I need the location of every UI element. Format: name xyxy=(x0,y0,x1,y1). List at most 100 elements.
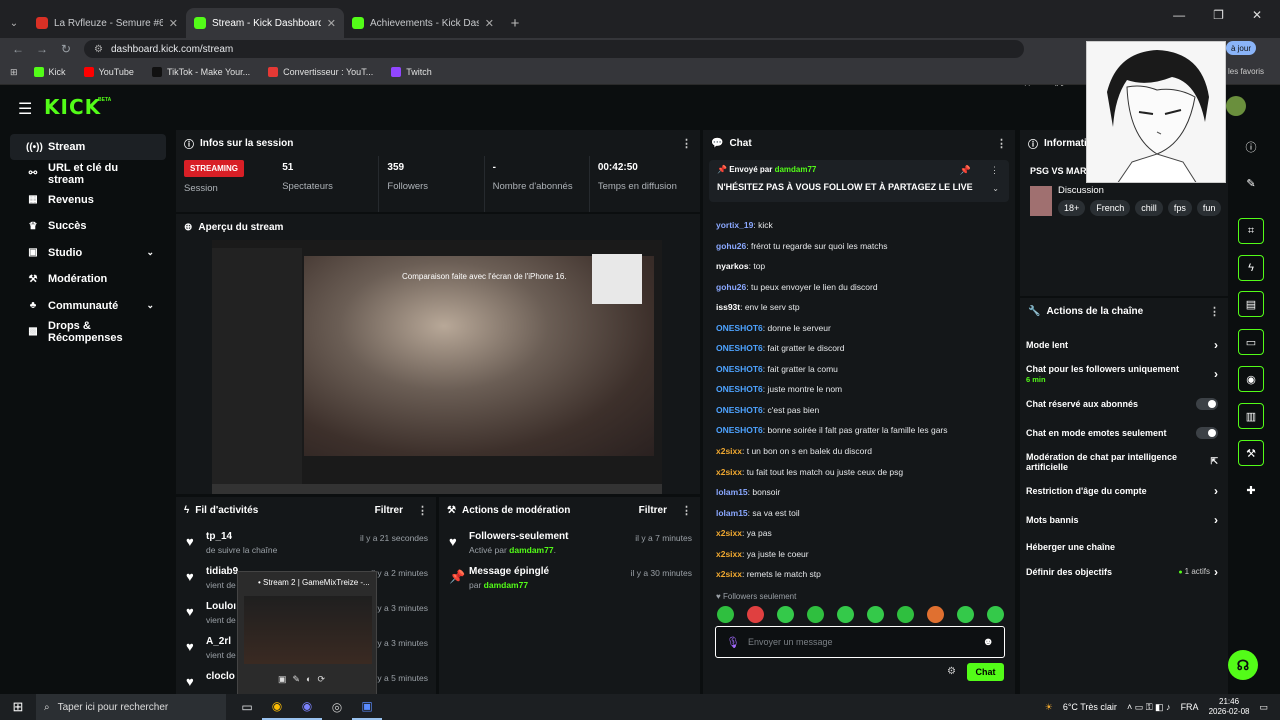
taskbar-search[interactable]: ⌕ Taper ici pour rechercher xyxy=(36,694,226,720)
session-more-icon[interactable]: ⋮ xyxy=(681,137,692,150)
sidebar-item[interactable]: ▣ Studio ⌄ xyxy=(10,240,166,266)
bookmark-item[interactable]: Kick xyxy=(33,67,66,77)
chat-message[interactable]: gohu26: tu peux envoyer le lien du disco… xyxy=(716,282,1006,303)
chat-message[interactable]: ONESHOT6: fait gratter la comu xyxy=(716,364,1006,385)
reload-icon[interactable]: ↻ xyxy=(54,42,78,56)
browser-tab[interactable]: Achievements - Kick Dashboard ✕ xyxy=(344,8,502,38)
add-widget-icon[interactable]: ✚ xyxy=(1238,477,1264,503)
apps-grid-icon[interactable]: ⊞ xyxy=(10,67,18,78)
browser-tab[interactable]: Stream - Kick Dashboard ✕ xyxy=(186,8,344,38)
edit-icon[interactable]: ✎ xyxy=(1238,170,1264,196)
chat-message[interactable]: lolam15: bonsoir xyxy=(716,487,1006,508)
sidebar-item[interactable]: ⚯ URL et clé du stream xyxy=(10,160,166,186)
minimize-icon[interactable]: — xyxy=(1173,8,1185,22)
activity-filter-button[interactable]: Filtrer xyxy=(375,505,403,516)
sidebar-item[interactable]: ((•)) Stream xyxy=(10,134,166,161)
emote-icon[interactable] xyxy=(897,606,914,623)
document-icon[interactable]: ▤ xyxy=(1238,291,1264,317)
chat-username[interactable]: gohu26 xyxy=(716,282,746,292)
sidebar-item[interactable]: ⚒ Modération xyxy=(10,266,166,292)
menu-icon[interactable]: ☰ xyxy=(18,99,32,119)
stream-tag[interactable]: French xyxy=(1090,200,1131,216)
obs-icon[interactable]: ◉ xyxy=(292,694,322,720)
chat-username[interactable]: lolam15 xyxy=(716,487,748,497)
close-window-icon[interactable]: ✕ xyxy=(1252,8,1262,22)
chat-settings-icon[interactable]: ⚙ xyxy=(947,666,956,677)
activity-item[interactable]: ♥ tp_14 de suivre la chaîne il y a 21 secon… xyxy=(176,527,436,562)
moderation-user[interactable]: damdam77 xyxy=(509,545,553,555)
emote-icon[interactable] xyxy=(867,606,884,623)
sidebar-item[interactable]: ♣ Communauté ⌄ xyxy=(10,292,166,318)
stream-tag[interactable]: fps xyxy=(1167,200,1192,216)
notification-icon[interactable]: ▭ xyxy=(1259,702,1268,713)
chevron-down-icon[interactable]: ⌄ xyxy=(146,247,154,258)
chat-username[interactable]: x2sixx xyxy=(716,446,742,456)
task-view-icon[interactable]: ▭ xyxy=(232,694,262,720)
chevron-down-icon[interactable]: ⌄ xyxy=(992,184,999,193)
category-thumbnail[interactable] xyxy=(1030,186,1052,216)
chevron-right-icon[interactable]: › xyxy=(1214,338,1218,352)
back-icon[interactable]: ← xyxy=(6,42,30,56)
chevron-right-icon[interactable]: › xyxy=(1214,513,1218,527)
emote-icon[interactable] xyxy=(987,606,1004,623)
chat-message[interactable]: ONESHOT6: juste montre le nom xyxy=(716,384,1006,405)
chat-message[interactable]: ONESHOT6: bonne soirée il falt pas gratt… xyxy=(716,425,1006,446)
chat-message[interactable]: x2sixx: remets le match stp xyxy=(716,569,1006,590)
channel-action-item[interactable]: Définir des objectifs 1 actifs › xyxy=(1020,559,1228,584)
stream-tag[interactable]: fun xyxy=(1196,200,1222,216)
pinned-more-icon[interactable]: ⋮ xyxy=(990,165,999,176)
language-indicator[interactable]: FRA xyxy=(1181,702,1199,712)
stream-tag[interactable]: chill xyxy=(1135,200,1163,216)
channel-action-item[interactable]: Chat en mode emotes seulement xyxy=(1020,418,1228,447)
close-tab-icon[interactable]: ✕ xyxy=(327,17,336,30)
moderation-item[interactable]: 📌 Message épinglé par damdam77 il y a 30 mi… xyxy=(439,562,700,597)
layout-icon[interactable]: ▥ xyxy=(1238,403,1264,429)
chat-message[interactable]: ONESHOT6: fait gratter le discord xyxy=(716,343,1006,364)
chat-username[interactable]: x2sixx xyxy=(716,549,742,559)
moderation-filter-button[interactable]: Filtrer xyxy=(639,505,667,516)
chevron-right-icon[interactable]: › xyxy=(1214,484,1218,498)
chat-username[interactable]: iss93t xyxy=(716,302,740,312)
bookmark-item[interactable]: Twitch xyxy=(391,67,432,77)
chat-username[interactable]: ONESHOT6 xyxy=(716,405,763,415)
chat-message[interactable]: x2sixx: ya juste le coeur xyxy=(716,549,1006,570)
chevron-right-icon[interactable]: › xyxy=(1214,565,1218,579)
chat-input-box[interactable]: 🎙 ☻ xyxy=(715,626,1005,658)
channel-actions-more-icon[interactable]: ⋮ xyxy=(1209,305,1220,318)
channel-action-item[interactable]: Mode lent › xyxy=(1020,330,1228,359)
close-tab-icon[interactable]: ✕ xyxy=(485,17,494,30)
chat-username[interactable]: ONESHOT6 xyxy=(716,384,763,394)
maximize-icon[interactable]: ❐ xyxy=(1213,8,1224,22)
chevron-right-icon[interactable]: › xyxy=(1214,367,1218,381)
chat-username[interactable]: nyarkos xyxy=(716,261,749,271)
microphone-icon[interactable]: 🎙 xyxy=(726,636,740,649)
chat-username[interactable]: yortix_19 xyxy=(716,220,753,230)
bookmark-item[interactable]: Convertisseur : YouT... xyxy=(268,67,373,77)
chat-input[interactable] xyxy=(747,637,975,647)
windows-start-icon[interactable]: ⊞ xyxy=(0,699,36,715)
emoji-icon[interactable]: ☻ xyxy=(982,636,994,648)
close-tab-icon[interactable]: ✕ xyxy=(169,17,178,30)
sidebar-item[interactable]: ▦ Revenus xyxy=(10,187,166,213)
bookmark-item[interactable]: TikTok - Make Your... xyxy=(151,67,250,77)
emote-icon[interactable] xyxy=(927,606,944,623)
chat-message[interactable]: nyarkos: top xyxy=(716,261,1006,282)
weather-text[interactable]: 6°C Très clair xyxy=(1063,702,1117,712)
channel-action-item[interactable]: Chat réservé aux abonnés xyxy=(1020,389,1228,418)
browser-tab[interactable]: La Rvfleuze - Semure #667 feat... ✕ xyxy=(28,8,186,38)
forward-icon[interactable]: → xyxy=(30,42,54,56)
chat-username[interactable]: gohu26 xyxy=(716,241,746,251)
chat-message[interactable]: ONESHOT6: c'est pas bien xyxy=(716,405,1006,426)
unpin-icon[interactable]: 📌 xyxy=(960,165,971,176)
stream-preview[interactable]: Comparaison faite avec l'écran de l'iPho… xyxy=(212,240,662,494)
chat-rail-icon[interactable]: ▭ xyxy=(1238,329,1264,355)
clock[interactable]: 21:46 2026-02-08 xyxy=(1209,697,1250,717)
chat-more-icon[interactable]: ⋮ xyxy=(996,137,1007,150)
chat-message[interactable]: iss93t: env le serv stp xyxy=(716,302,1006,323)
url-field[interactable]: ⚙ dashboard.kick.com/stream xyxy=(84,40,1024,58)
other-bookmarks[interactable]: les favoris xyxy=(1228,67,1264,76)
category-name[interactable]: Discussion xyxy=(1058,185,1104,196)
pinned-message[interactable]: 📌 Envoyé par damdam77 N'HÉSITEZ PAS À VO… xyxy=(709,160,1009,202)
broadcast-rail-icon[interactable]: ◉ xyxy=(1238,366,1264,392)
chrome-icon[interactable]: ◉ xyxy=(262,694,292,720)
